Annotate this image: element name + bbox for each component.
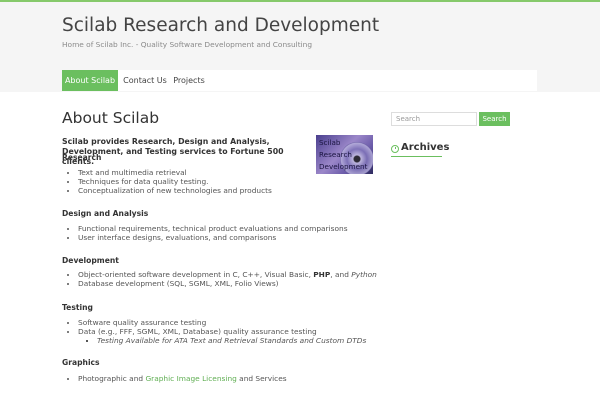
list-item: Conceptualization of new technologies an…: [78, 186, 272, 196]
nav-item-about-scilab[interactable]: About Scilab: [62, 70, 118, 91]
design-list: Functional requirements, technical produ…: [62, 224, 348, 243]
dev-item-prefix: Object-oriented software development in …: [78, 270, 314, 279]
sub-list-item: Testing Available for ATA Text and Retri…: [97, 335, 367, 346]
archives-widget-title: Archives: [391, 142, 449, 157]
graphic-image-licensing-link[interactable]: Graphic Image Licensing: [145, 374, 236, 383]
search-input[interactable]: Search: [391, 112, 477, 126]
dev-item-python: Python: [351, 270, 377, 279]
clock-icon: [391, 145, 399, 153]
dev-item-php: PHP: [313, 270, 331, 279]
section-heading-design: Design and Analysis: [62, 209, 149, 218]
thumb-text-2: Research: [319, 150, 352, 159]
list-item: Photographic and Graphic Image Licensing…: [78, 374, 287, 384]
intro-text: Scilab provides Research, Design and Ana…: [62, 137, 284, 166]
page-title: About Scilab: [62, 109, 160, 127]
testing-sub-item: Testing Available for ATA Text and Retri…: [97, 335, 367, 345]
list-item: User interface designs, evaluations, and…: [78, 233, 348, 243]
section-heading-graphics: Graphics: [62, 358, 100, 367]
scilab-logo-image: Scilab Research Development: [316, 135, 373, 174]
list-item: Data (e.g., FFF, SGML, XML, Database) qu…: [78, 326, 367, 346]
site-title[interactable]: Scilab Research and Development: [62, 15, 379, 36]
thumb-text-1: Scilab: [319, 138, 341, 147]
graphics-prefix: Photographic and: [78, 374, 146, 383]
archives-title: Archives: [401, 142, 450, 153]
list-item: Database development (SQL, SGML, XML, Fo…: [78, 279, 377, 289]
nav-item-projects[interactable]: Projects: [172, 70, 206, 91]
section-heading-research: Research: [62, 153, 102, 162]
nav-item-contact-us[interactable]: Contact Us: [119, 70, 171, 91]
section-heading-testing: Testing: [62, 303, 93, 312]
main-navigation: About Scilab Contact Us Projects: [62, 70, 537, 91]
testing-list: Software quality assurance testing Data …: [62, 318, 367, 346]
testing-sublist: Testing Available for ATA Text and Retri…: [78, 335, 367, 346]
testing-item-text: Data (e.g., FFF, SGML, XML, Database) qu…: [78, 326, 317, 336]
site-tagline: Home of Scilab Inc. - Quality Software D…: [62, 40, 313, 49]
research-list: Text and multimedia retrieval Techniques…: [62, 168, 272, 196]
graphics-suffix: and Services: [236, 374, 287, 383]
search-button[interactable]: Search: [479, 112, 510, 126]
development-list: Object-oriented software development in …: [62, 270, 377, 289]
graphics-list: Photographic and Graphic Image Licensing…: [62, 374, 287, 384]
thumb-text-3: Development: [319, 162, 368, 171]
section-heading-development: Development: [62, 256, 119, 265]
dev-item-and: , and: [330, 270, 352, 279]
